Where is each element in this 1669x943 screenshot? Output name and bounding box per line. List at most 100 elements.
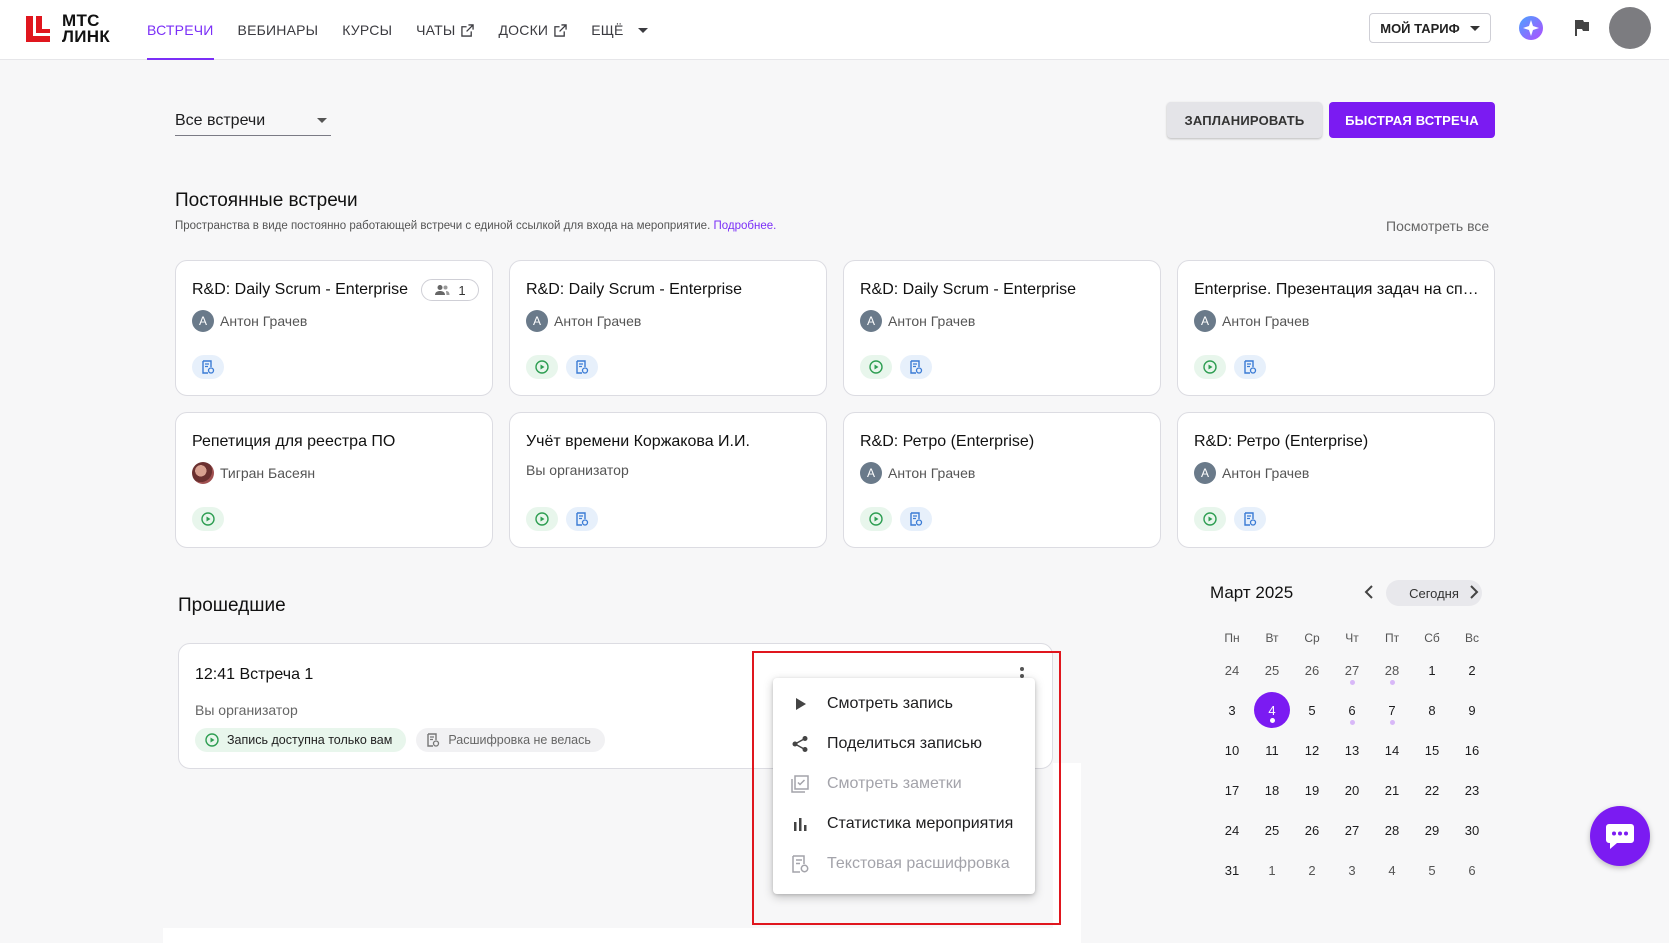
transcript-badge[interactable] [566,355,598,379]
recording-badge[interactable] [860,355,892,379]
calendar-day[interactable]: 3 [1332,850,1372,890]
calendar-day[interactable]: 23 [1452,770,1492,810]
calendar-weekdays: Пн Вт Ср Чт Пт Сб Вс [1212,625,1492,650]
nav-webinars[interactable]: ВЕБИНАРЫ [238,0,319,60]
flag-icon[interactable] [1572,18,1592,38]
permanent-meeting-card[interactable]: R&D: Ретро (Enterprise) А Антон Грачев [1177,412,1495,548]
calendar-day[interactable]: 3 [1212,690,1252,730]
nav-courses[interactable]: КУРСЫ [342,0,392,60]
nav-boards[interactable]: ДОСКИ [498,0,567,60]
calendar-day[interactable]: 28 [1372,650,1412,690]
calendar-day[interactable]: 25 [1252,650,1292,690]
transcript-badge[interactable] [1234,507,1266,531]
calendar-day[interactable]: 29 [1412,810,1452,850]
calendar-day[interactable]: 30 [1452,810,1492,850]
user-avatar[interactable] [1609,7,1651,49]
chevron-left-icon[interactable] [1360,582,1378,602]
transcript-badge[interactable] [566,507,598,531]
chevron-down-icon [317,118,327,123]
event-dot [1390,680,1395,685]
calendar-day[interactable]: 5 [1292,690,1332,730]
play-circle-icon [201,512,215,526]
calendar-day[interactable]: 1 [1252,850,1292,890]
transcript-icon [910,512,923,526]
my-tariff-dropdown[interactable]: МОЙ ТАРИФ [1369,13,1491,43]
mts-link-logo[interactable]: МТС ЛИНК [24,12,110,45]
calendar-day[interactable]: 26 [1292,650,1332,690]
support-chat-button[interactable] [1590,806,1650,866]
recording-badge[interactable] [526,507,558,531]
calendar-day[interactable]: 27 [1332,650,1372,690]
calendar-day[interactable]: 15 [1412,730,1452,770]
recording-badge[interactable] [192,507,224,531]
calendar-day[interactable]: 8 [1412,690,1452,730]
schedule-button[interactable]: ЗАПЛАНИРОВАТЬ [1167,102,1322,138]
see-all-link[interactable]: Посмотреть все [1386,218,1489,234]
calendar-day[interactable]: 9 [1452,690,1492,730]
event-dot [1390,720,1395,725]
calendar-day[interactable]: 6 [1452,850,1492,890]
calendar-day[interactable]: 2 [1452,650,1492,690]
ai-assistant-icon[interactable] [1518,15,1544,41]
permanent-meeting-card[interactable]: Учёт времени Коржакова И.И. Вы организат… [509,412,827,548]
transcript-badge[interactable] [900,355,932,379]
calendar-day[interactable]: 11 [1252,730,1292,770]
permanent-meeting-card[interactable]: R&D: Daily Scrum - Enterprise 1 А Антон … [175,260,493,396]
nav-more[interactable]: ЕЩЁ [591,0,648,60]
calendar-day[interactable]: 14 [1372,730,1412,770]
calendar-week: 24 25 26 27 28 1 2 [1212,650,1492,690]
menu-item-event-statistics[interactable]: Статистика мероприятия [773,804,1035,844]
calendar-day[interactable]: 2 [1292,850,1332,890]
calendar-day[interactable]: 7 [1372,690,1412,730]
permanent-meeting-card[interactable]: Enterprise. Презентация задач на спринт … [1177,260,1495,396]
recording-badge[interactable] [1194,355,1226,379]
calendar-week: 10 11 12 13 14 15 16 [1212,730,1492,770]
calendar-day[interactable]: 6 [1332,690,1372,730]
calendar-day[interactable]: 18 [1252,770,1292,810]
card-title: Enterprise. Презентация задач на спринт [1194,281,1484,298]
top-bar: МТС ЛИНК ВСТРЕЧИ ВЕБИНАРЫ КУРСЫ ЧАТЫ ДОС… [0,0,1669,60]
meetings-filter-select[interactable]: Все встречи [175,106,331,136]
recording-status-tag[interactable]: Запись доступна только вам [195,728,407,752]
card-owner: А Антон Грачев [192,310,307,332]
permanent-meeting-card[interactable]: Репетиция для реестра ПО Тигран Басеян [175,412,493,548]
menu-item-watch-recording[interactable]: Смотреть запись [773,684,1035,724]
permanent-meeting-card[interactable]: R&D: Daily Scrum - Enterprise А Антон Гр… [509,260,827,396]
calendar-day[interactable]: 16 [1452,730,1492,770]
permanent-meeting-card[interactable]: R&D: Daily Scrum - Enterprise А Антон Гр… [843,260,1161,396]
calendar-day[interactable]: 24 [1212,810,1252,850]
calendar-day[interactable]: 17 [1212,770,1252,810]
calendar-day[interactable]: 28 [1372,810,1412,850]
more-info-link[interactable]: Подробнее. [713,220,776,232]
calendar-day[interactable]: 1 [1412,650,1452,690]
nav-meetings[interactable]: ВСТРЕЧИ [147,0,214,60]
card-title: R&D: Ретро (Enterprise) [860,433,1035,450]
play-circle-icon [1203,512,1217,526]
calendar-day-selected[interactable]: 4 [1252,690,1292,730]
calendar-day[interactable]: 12 [1292,730,1332,770]
calendar-day[interactable]: 21 [1372,770,1412,810]
transcript-badge[interactable] [900,507,932,531]
calendar-day[interactable]: 25 [1252,810,1292,850]
calendar-day[interactable]: 24 [1212,650,1252,690]
calendar-day[interactable]: 20 [1332,770,1372,810]
calendar-day[interactable]: 4 [1372,850,1412,890]
calendar-day[interactable]: 10 [1212,730,1252,770]
calendar-day[interactable]: 31 [1212,850,1252,890]
calendar-day[interactable]: 27 [1332,810,1372,850]
chevron-right-icon[interactable] [1465,582,1483,602]
calendar-day[interactable]: 26 [1292,810,1332,850]
recording-badge[interactable] [1194,507,1226,531]
nav-chats[interactable]: ЧАТЫ [416,0,475,60]
permanent-meeting-card[interactable]: R&D: Ретро (Enterprise) А Антон Грачев [843,412,1161,548]
calendar-day[interactable]: 19 [1292,770,1332,810]
menu-item-share-recording[interactable]: Поделиться записью [773,724,1035,764]
calendar-day[interactable]: 22 [1412,770,1452,810]
transcript-badge[interactable] [1234,355,1266,379]
calendar-day[interactable]: 13 [1332,730,1372,770]
transcript-badge[interactable] [192,355,224,379]
calendar-day[interactable]: 5 [1412,850,1452,890]
recording-badge[interactable] [526,355,558,379]
recording-badge[interactable] [860,507,892,531]
quick-meeting-button[interactable]: БЫСТРАЯ ВСТРЕЧА [1329,102,1495,138]
